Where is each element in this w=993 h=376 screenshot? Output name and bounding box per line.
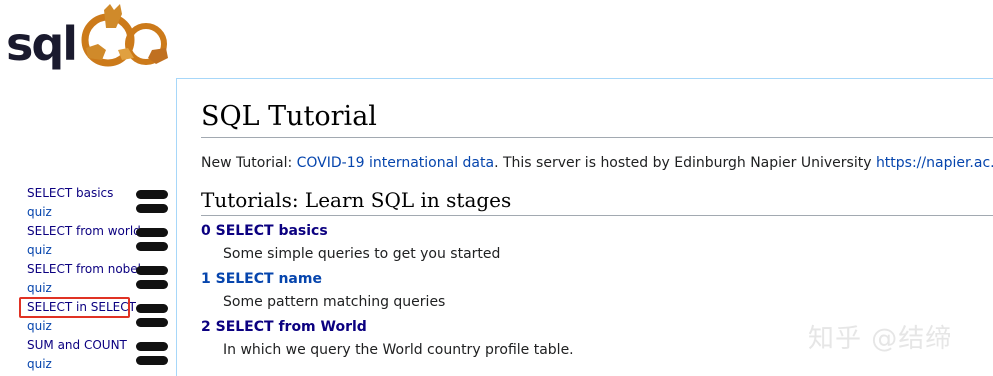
redaction-marker — [136, 228, 168, 237]
sidebar-link-quiz-2[interactable]: quiz — [27, 243, 52, 258]
redaction-marker — [136, 280, 168, 289]
sidebar-link-quiz-4[interactable]: quiz — [27, 319, 52, 334]
napier-url-link[interactable]: https://napier.ac.uk — [876, 155, 993, 171]
redaction-marker — [136, 318, 168, 327]
sidebar-link-select-basics[interactable]: SELECT basics — [27, 186, 113, 201]
sidebar-link-quiz-1[interactable]: quiz — [27, 205, 52, 220]
redaction-marker — [136, 190, 168, 199]
redaction-marker — [136, 342, 168, 351]
redaction-marker — [136, 266, 168, 275]
section-title: Tutorials: Learn SQL in stages — [201, 187, 993, 216]
tutorial-description: Some pattern matching queries — [223, 294, 446, 310]
sidebar-link-quiz-3[interactable]: quiz — [27, 281, 52, 296]
intro-prefix: New Tutorial: — [201, 155, 297, 171]
sidebar-link-sum-and-count[interactable]: SUM and COUNT — [27, 338, 127, 353]
sidebar-link-select-from-nobel[interactable]: SELECT from nobel — [27, 262, 141, 277]
napier-url-text: https://napier.ac.uk — [875, 155, 993, 171]
tutorial-item: 1 SELECT name Some pattern matching quer… — [201, 268, 993, 312]
tutorial-link-select-name[interactable]: 1 SELECT name — [201, 270, 322, 289]
logo-text: sql — [6, 17, 76, 71]
redaction-marker — [136, 356, 168, 365]
tutorial-link-select-from-world[interactable]: 2 SELECT from World — [201, 318, 367, 337]
watermark: 知乎 @结缔 — [808, 324, 953, 354]
selected-item-highlight — [19, 297, 130, 318]
intro-middle: . This server is hosted by Edinburgh Nap… — [494, 155, 876, 171]
sqlzoo-logo[interactable]: sql — [6, 2, 170, 72]
tutorial-description: Some simple queries to get you started — [223, 246, 501, 262]
redaction-marker — [136, 304, 168, 313]
redaction-marker — [136, 204, 168, 213]
sidebar-link-select-from-world[interactable]: SELECT from world — [27, 224, 141, 239]
tutorial-item: 0 SELECT basics Some simple queries to g… — [201, 220, 993, 264]
sidebar-link-quiz-5[interactable]: quiz — [27, 357, 52, 372]
tutorial-link-select-basics[interactable]: 0 SELECT basics — [201, 222, 328, 241]
redaction-marker — [136, 242, 168, 251]
page-title: SQL Tutorial — [201, 100, 993, 138]
intro-paragraph: New Tutorial: COVID-19 international dat… — [201, 154, 993, 173]
covid-tutorial-link[interactable]: COVID-19 international data — [297, 155, 494, 171]
